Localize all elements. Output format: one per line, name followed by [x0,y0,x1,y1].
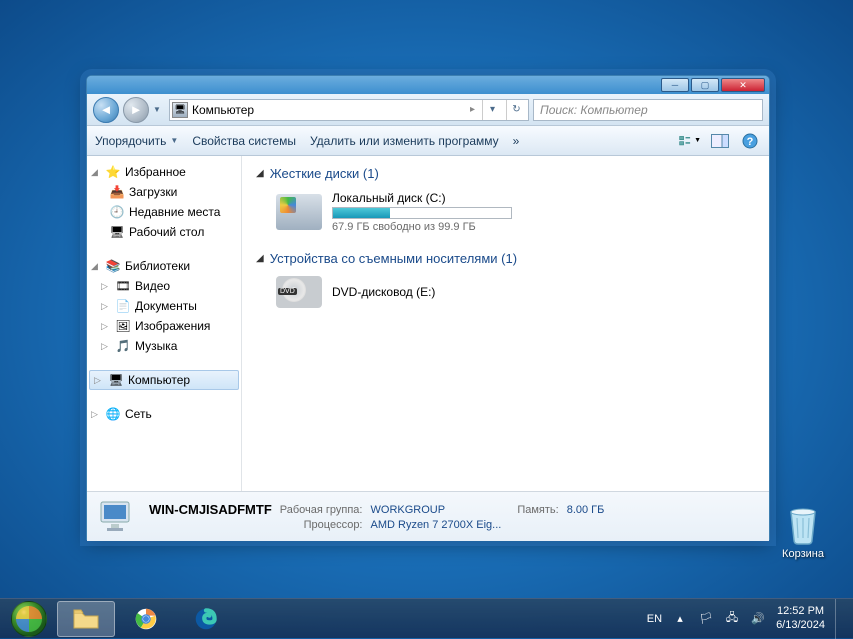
workgroup-label: Рабочая группа: [280,504,363,516]
toolbar: Упорядочить▼ Свойства системы Удалить ил… [87,126,769,156]
tray-show-hidden[interactable]: ▴ [672,611,688,627]
group-header-hdd[interactable]: ◢Жесткие диски (1) [256,166,755,181]
drive-e[interactable]: DVD-дисковод (E:) [276,276,755,308]
tree-downloads[interactable]: 📥Загрузки [87,182,241,202]
pictures-icon: 🖼 [115,318,131,334]
action-center-icon[interactable]: 🏳 [698,611,714,627]
uninstall-program-button[interactable]: Удалить или изменить программу [310,134,499,148]
collapse-icon: ◢ [256,253,264,264]
tree-recent[interactable]: 🕘Недавние места [87,202,241,222]
recycle-bin-icon [779,498,827,546]
edge-icon [192,607,220,631]
dvd-icon [276,276,322,308]
start-button[interactable] [2,600,56,638]
search-input[interactable]: Поиск: Компьютер [533,99,763,121]
tree-network[interactable]: ▷🌐Сеть [87,404,241,424]
address-bar[interactable]: 🖥 Компьютер ▸ ▾ ↻ [169,99,529,121]
collapse-icon: ◢ [256,168,264,179]
videos-icon: 🎞 [115,278,131,294]
clock-time: 12:52 PM [776,605,825,618]
cpu-value: AMD Ryzen 7 2700X Eig... [371,519,502,531]
search-placeholder: Поиск: Компьютер [540,103,648,117]
show-desktop-button[interactable] [835,599,845,639]
clock[interactable]: 12:52 PM 6/13/2024 [776,605,825,631]
drive-stats: 67.9 ГБ свободно из 99.9 ГБ [332,221,512,233]
back-button[interactable]: ◄ [93,97,119,123]
downloads-icon: 📥 [109,184,125,200]
tree-documents[interactable]: ▷📄Документы [87,296,241,316]
windows-logo-icon [11,601,47,637]
language-indicator[interactable]: EN [647,613,662,625]
desktop-icon: 🖥 [109,224,125,240]
music-icon: 🎵 [115,338,131,354]
group-header-removable[interactable]: ◢Устройства со съемными носителями (1) [256,251,755,266]
computer-large-icon [97,498,139,536]
preview-pane-button[interactable] [709,130,731,152]
system-tray: EN ▴ 🏳 🖧 🔊 12:52 PM 6/13/2024 [647,599,851,639]
memory-value: 8.00 ГБ [567,504,605,516]
address-text: Компьютер [192,103,463,117]
taskbar-edge[interactable] [177,601,235,637]
tree-desktop[interactable]: 🖥Рабочий стол [87,222,241,242]
tree-videos[interactable]: ▷🎞Видео [87,276,241,296]
refresh-button[interactable]: ↻ [506,100,526,120]
workgroup-value: WORKGROUP [371,504,502,516]
breadcrumb-arrow-icon[interactable]: ▸ [467,104,478,115]
tree-libraries[interactable]: ◢📚Библиотеки [87,256,241,276]
taskbar-chrome[interactable] [117,601,175,637]
help-button[interactable]: ? [739,130,761,152]
navigation-tree: ◢⭐Избранное 📥Загрузки 🕘Недавние места 🖥Р… [87,156,242,491]
drive-c[interactable]: Локальный диск (C:) 67.9 ГБ свободно из … [276,191,755,233]
network-icon: 🌐 [105,406,121,422]
view-options-button[interactable]: ▼ [679,130,701,152]
details-pane: WIN-CMJISADFMTF Рабочая группа: WORKGROU… [87,491,769,541]
drive-label: DVD-дисковод (E:) [332,285,435,299]
libraries-icon: 📚 [105,258,121,274]
drive-label: Локальный диск (C:) [332,191,512,205]
computer-name: WIN-CMJISADFMTF [149,502,272,517]
documents-icon: 📄 [115,298,131,314]
forward-button[interactable]: ► [123,97,149,123]
hdd-icon [276,194,322,230]
chevron-down-icon: ▼ [694,137,701,144]
taskbar-explorer[interactable] [57,601,115,637]
folder-icon [72,607,100,631]
capacity-bar [332,207,512,219]
close-button[interactable]: ✕ [721,78,765,92]
organize-menu[interactable]: Упорядочить▼ [95,134,178,148]
nav-history-dropdown[interactable]: ▼ [153,99,165,121]
memory-label: Память: [517,504,558,516]
chevron-down-icon: ▼ [170,136,178,145]
address-dropdown[interactable]: ▾ [482,100,502,120]
content-pane: ◢Жесткие диски (1) Локальный диск (C:) 6… [242,156,769,491]
explorer-window: ─ ▢ ✕ ◄ ► ▼ 🖥 Компьютер ▸ ▾ ↻ Поиск: Ком… [86,75,770,540]
toolbar-overflow[interactable]: » [513,134,520,148]
nav-row: ◄ ► ▼ 🖥 Компьютер ▸ ▾ ↻ Поиск: Компьютер [87,94,769,126]
tree-computer[interactable]: ▷🖥Компьютер [89,370,239,390]
svg-text:?: ? [747,136,754,148]
tree-favorites[interactable]: ◢⭐Избранное [87,162,241,182]
taskbar: EN ▴ 🏳 🖧 🔊 12:52 PM 6/13/2024 [0,598,853,638]
computer-icon: 🖥 [172,102,188,118]
minimize-button[interactable]: ─ [661,78,689,92]
computer-icon: 🖥 [108,372,124,388]
system-properties-button[interactable]: Свойства системы [192,134,296,148]
maximize-button[interactable]: ▢ [691,78,719,92]
desktop-icon-recycle-bin[interactable]: Корзина [765,498,841,560]
cpu-label: Процессор: [280,519,363,531]
chrome-icon [132,607,160,631]
titlebar[interactable]: ─ ▢ ✕ [87,76,769,94]
recent-icon: 🕘 [109,204,125,220]
tree-music[interactable]: ▷🎵Музыка [87,336,241,356]
tree-pictures[interactable]: ▷🖼Изображения [87,316,241,336]
clock-date: 6/13/2024 [776,619,825,632]
network-tray-icon[interactable]: 🖧 [724,611,740,627]
desktop-icon-label: Корзина [765,548,841,560]
volume-icon[interactable]: 🔊 [750,611,766,627]
star-icon: ⭐ [105,164,121,180]
